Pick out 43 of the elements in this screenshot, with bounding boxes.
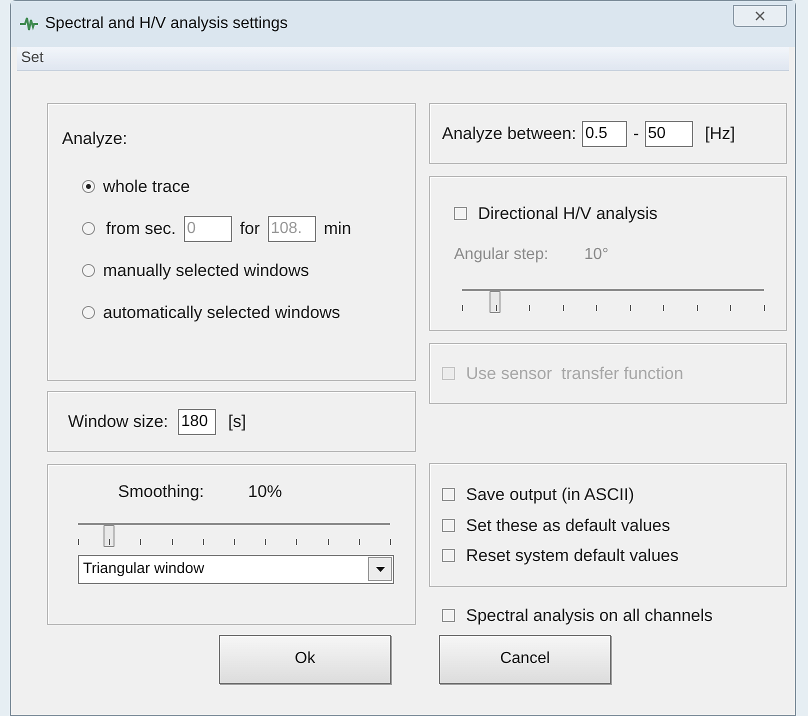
radio-label: whole trace [103,176,190,198]
min-frequency-field[interactable]: 0.5 [582,120,628,146]
radio-button[interactable] [82,180,95,193]
radio-label: manually selected windows [103,260,309,282]
checkbox[interactable] [442,518,455,532]
menu-item[interactable]: Set [17,47,48,70]
checkbox[interactable] [442,609,455,622]
checkbox-label: Set these as default values [466,514,670,536]
radio-button[interactable] [82,306,95,319]
close-icon [755,11,765,21]
field-label: for [240,218,260,240]
group-label: Analyze: [62,128,128,150]
radio-label: automatically selected windows [103,302,340,324]
slider-label: Angular step: [454,244,548,264]
separator-text: - [633,122,639,145]
max-frequency-field[interactable]: 50 [644,120,693,146]
dialog-button[interactable]: Cancel [439,634,611,684]
unit-label: [Hz] [704,122,736,145]
dropdown[interactable]: Triangular window [78,554,394,584]
slider-thumb[interactable] [104,524,115,546]
slider-label: Smoothing: [118,481,204,503]
radio-button[interactable] [82,264,95,277]
close-button[interactable] [733,5,787,27]
waveform-icon [19,15,39,33]
field-label: Analyze between: [442,122,576,145]
radio-button[interactable] [82,222,95,235]
checkbox-label: Use sensor transfer function [466,362,684,385]
window-size-field[interactable]: 180 [178,408,216,434]
unit-label: min [324,218,352,240]
checkbox[interactable] [442,549,455,562]
checkbox[interactable] [442,488,455,502]
checkbox-label: Directional H/V analysis [478,203,658,225]
radio-label: from sec. [106,218,176,240]
dialog-button[interactable]: Ok [219,634,391,684]
caret-icon [376,566,384,572]
unit-label: [s] [228,410,246,433]
field-label: Window size: [68,410,168,433]
checkbox-label: Reset system default values [466,545,679,567]
slider-reading: 10° [584,244,608,264]
window-title: Spectral and H/V analysis settings [45,14,288,34]
slider-reading: 10% [248,481,282,503]
checkbox-label: Save output (in ASCII) [466,484,634,506]
checkbox-label: Spectral analysis on all channels [466,605,713,627]
